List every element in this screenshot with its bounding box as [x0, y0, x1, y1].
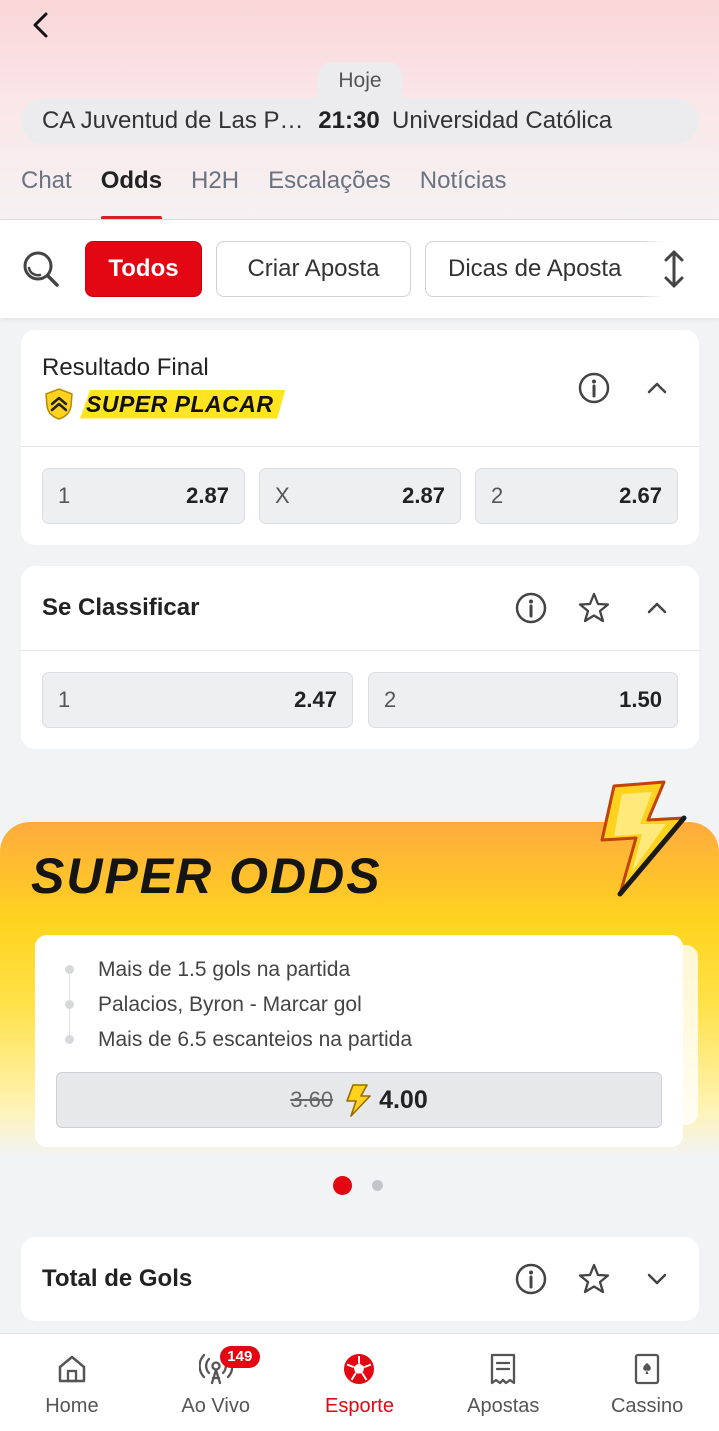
nav-esporte[interactable]: Esporte	[288, 1334, 432, 1431]
selection-item: Palacios, Byron - Marcar gol	[65, 992, 412, 1027]
back-arrow-icon[interactable]	[26, 10, 56, 40]
filter-todos-button[interactable]: Todos	[85, 241, 202, 297]
market-actions	[548, 371, 674, 405]
odd-value: 2.87	[186, 483, 229, 508]
bullet-dot	[65, 1035, 74, 1044]
new-odd: 4.00	[379, 1085, 428, 1114]
selection-text: Mais de 1.5 gols na partida	[98, 958, 351, 981]
selection-list: Mais de 1.5 gols na partida Palacios, By…	[65, 957, 412, 1062]
tab-h2h[interactable]: H2H	[191, 158, 239, 220]
match-tabs: Chat Odds H2H Escalações Notícias	[0, 158, 719, 220]
nav-ao-vivo[interactable]: 149 Ao Vivo	[144, 1334, 288, 1431]
cards-icon	[634, 1353, 660, 1385]
selection-item: Mais de 6.5 escanteios na partida	[65, 1027, 412, 1062]
bullet-dot	[65, 1000, 74, 1009]
carousel-pagination	[333, 1176, 383, 1195]
info-icon[interactable]	[577, 371, 611, 405]
chevron-up-icon[interactable]	[640, 371, 674, 405]
nav-label: Apostas	[467, 1395, 540, 1417]
odd-value: 2.47	[294, 687, 337, 712]
odd-value: 1.50	[619, 687, 662, 712]
filter-criar-aposta-button[interactable]: Criar Aposta	[216, 241, 411, 297]
search-icon[interactable]	[20, 248, 62, 290]
super-placar-badge: SUPER PLACAR	[42, 387, 286, 421]
market-title: Resultado Final	[42, 354, 209, 381]
tab-chat[interactable]: Chat	[21, 158, 72, 220]
odd-label: 1	[58, 687, 71, 712]
market-actions	[485, 1262, 674, 1296]
super-odds-title: SUPER ODDS	[31, 848, 382, 904]
selection-text: Mais de 6.5 escanteios na partida	[98, 1028, 413, 1051]
odd-label: 2	[491, 483, 504, 508]
market-title: Se Classificar	[42, 594, 200, 621]
page-dot[interactable]	[372, 1180, 383, 1191]
nav-label: Home	[45, 1395, 99, 1417]
match-time: 21:30	[318, 107, 380, 134]
odd-label: 2	[384, 687, 397, 712]
nav-label: Cassino	[610, 1395, 684, 1417]
match-header: Hoje CA Juventud de Las Piedras 21:30 Un…	[0, 0, 719, 220]
nav-home[interactable]: Home	[0, 1334, 144, 1431]
info-icon[interactable]	[514, 591, 548, 625]
boosted-odd-button[interactable]: 3.60 4.00	[56, 1072, 662, 1128]
soccer-ball-icon	[344, 1354, 375, 1384]
info-icon[interactable]	[514, 1262, 548, 1296]
odd-button-home[interactable]: 1 2.87	[42, 468, 245, 524]
odd-label: X	[275, 483, 290, 508]
tab-escalacoes[interactable]: Escalações	[268, 158, 391, 220]
chevron-up-icon[interactable]	[640, 591, 674, 625]
old-odd: 3.60	[290, 1087, 334, 1112]
odds-row: 1 2.87 X 2.87 2 2.67	[42, 468, 678, 524]
odd-button-home[interactable]: 1 2.47	[42, 672, 353, 728]
receipt-icon	[491, 1353, 516, 1385]
home-icon	[58, 1355, 86, 1383]
odd-value: 2.67	[619, 483, 662, 508]
filter-bar: Todos Criar Aposta Dicas de Aposta	[0, 220, 719, 318]
match-info: CA Juventud de Las Piedras 21:30 Univers…	[21, 98, 699, 144]
tab-noticias[interactable]: Notícias	[420, 158, 507, 220]
shield-icon	[45, 388, 73, 420]
live-count-badge: 149	[219, 1346, 260, 1368]
odd-label: 1	[58, 483, 71, 508]
lightning-bolt-icon	[346, 1084, 371, 1117]
date-label: Hoje	[318, 62, 402, 100]
nav-apostas[interactable]: Apostas	[431, 1334, 575, 1431]
star-icon[interactable]	[577, 591, 611, 625]
market-title: Total de Gols	[42, 1265, 193, 1292]
odd-button-away[interactable]: 2 1.50	[368, 672, 678, 728]
nav-cassino[interactable]: Cassino	[575, 1334, 719, 1431]
market-total-de-gols[interactable]: Total de Gols	[21, 1237, 699, 1321]
card-divider	[21, 446, 699, 447]
odd-button-away[interactable]: 2 2.67	[475, 468, 678, 524]
odds-row: 1 2.47 2 1.50	[42, 672, 678, 728]
away-team: Universidad Católica	[392, 107, 613, 134]
chevron-down-icon[interactable]	[640, 1262, 674, 1296]
market-actions	[485, 591, 674, 625]
odd-button-draw[interactable]: X 2.87	[259, 468, 461, 524]
page-dot-active[interactable]	[333, 1176, 352, 1195]
selection-text: Palacios, Byron - Marcar gol	[98, 993, 362, 1016]
market-se-classificar: Se Classificar 1 2.47 2 1.50	[21, 566, 699, 749]
nav-label: Esporte	[325, 1395, 394, 1417]
star-icon[interactable]	[577, 1262, 611, 1296]
nav-label: Ao Vivo	[181, 1395, 250, 1417]
card-divider	[21, 650, 699, 651]
home-team: CA Juventud de Las Piedras	[42, 107, 306, 134]
odd-value: 2.87	[402, 483, 445, 508]
lightning-bolt-icon	[600, 780, 687, 897]
super-odds-card[interactable]: Mais de 1.5 gols na partida Palacios, By…	[35, 935, 683, 1147]
super-placar-label: SUPER PLACAR	[80, 389, 286, 419]
bottom-navigation: Home 149 Ao Vivo Esporte Apostas Cassino	[0, 1333, 719, 1431]
bullet-dot	[65, 965, 74, 974]
expand-collapse-icon[interactable]	[659, 248, 689, 290]
tab-odds[interactable]: Odds	[100, 158, 163, 220]
selection-item: Mais de 1.5 gols na partida	[65, 957, 412, 992]
market-resultado-final: Resultado Final SUPER PLACAR 1 2.87 X 2.…	[21, 330, 699, 545]
